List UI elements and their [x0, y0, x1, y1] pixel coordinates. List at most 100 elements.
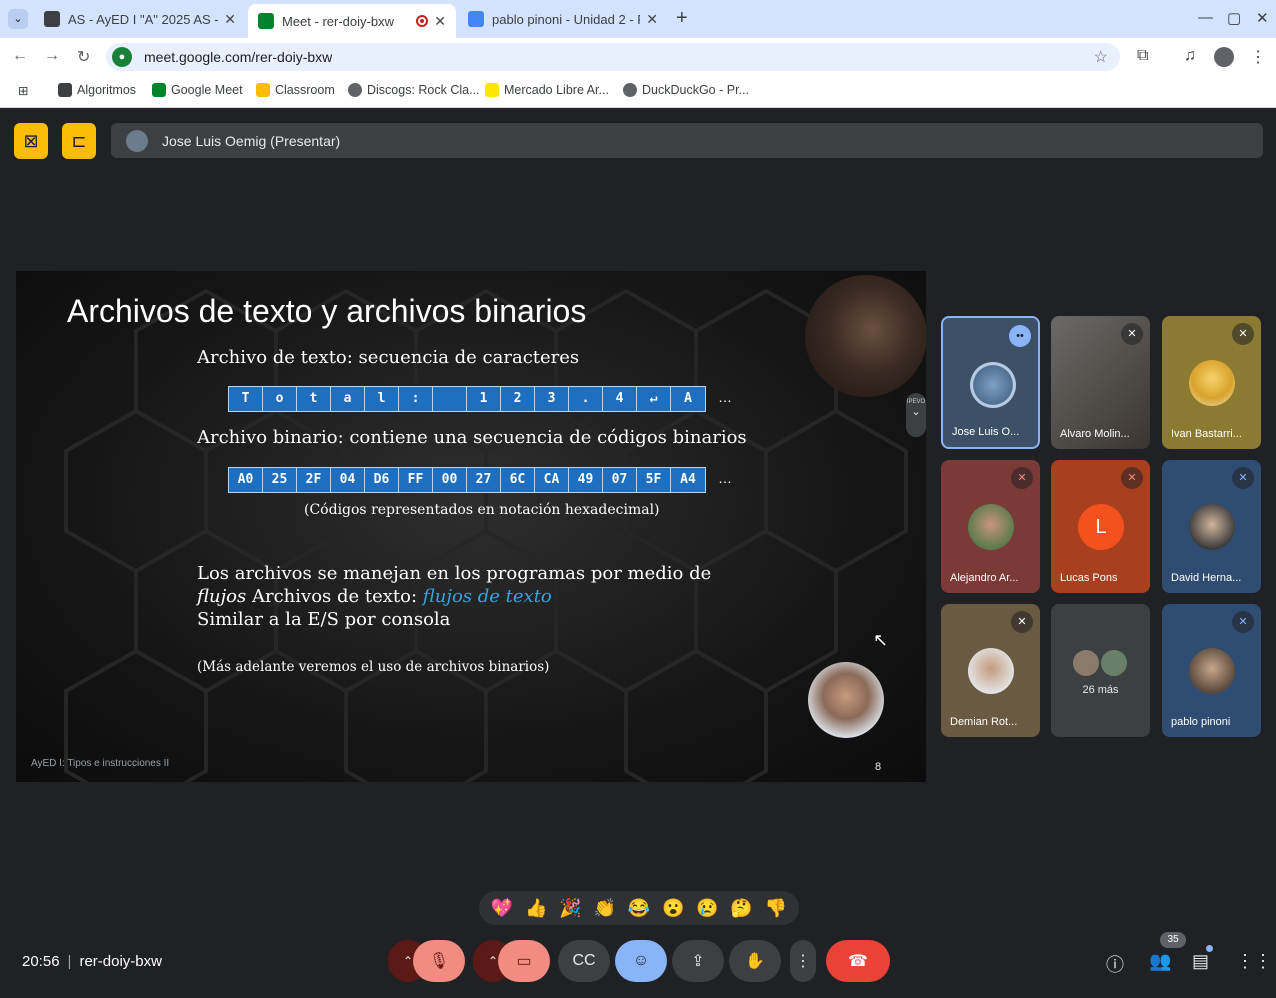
mic-off-icon: ✕: [1232, 467, 1254, 489]
minimize-icon[interactable]: —: [1198, 9, 1213, 26]
globe-icon: [623, 83, 637, 97]
activities-icon[interactable]: ⋮⋮: [1236, 951, 1272, 972]
participant-tile-alvaro[interactable]: ✕ Alvaro Molin...: [1051, 316, 1150, 449]
slide-note: (Más adelante veremos el uso de archivos…: [197, 659, 550, 675]
chat-icon[interactable]: ▤: [1192, 951, 1209, 972]
bookmark-discogs[interactable]: Discogs: Rock Cla...: [348, 83, 480, 97]
byte-cell: A: [671, 387, 705, 411]
bookmarks-bar: ⊞ Algoritmos Google Meet Classroom Disco…: [0, 76, 1276, 108]
bookmark-algoritmos[interactable]: Algoritmos: [58, 83, 136, 97]
reaction-emoji-button[interactable]: 👎: [765, 898, 787, 919]
text-cells: To t a l: 1 2 3. 4 ↵ A: [228, 386, 706, 412]
presentation-layout-icon[interactable]: ⊏: [62, 123, 96, 159]
bookmark-label: Classroom: [275, 83, 335, 97]
mic-toggle-button[interactable]: 🎙: [413, 940, 465, 982]
byte-cell: ↵: [637, 387, 671, 411]
close-window-icon[interactable]: ✕: [1256, 9, 1269, 27]
bookmark-label: Mercado Libre Ar...: [504, 83, 609, 97]
text-ellipsis: …: [718, 389, 732, 405]
slide-page-number: 8: [875, 761, 882, 773]
people-count-badge: 35: [1160, 932, 1186, 948]
reaction-emoji-button[interactable]: 🤔: [730, 898, 752, 919]
close-tab-icon[interactable]: ✕: [646, 11, 658, 28]
leave-call-button[interactable]: ☎: [826, 940, 890, 982]
people-icon[interactable]: 👥: [1149, 951, 1171, 972]
participant-tile-jose[interactable]: •• Jose Luis O...: [941, 316, 1040, 449]
meet-stage: ⊠ ⊏ Jose Luis Oemig (Presentar) Archivos…: [0, 109, 1276, 998]
presenter-avatar: [126, 129, 148, 152]
reaction-emoji-button[interactable]: 👍: [525, 898, 547, 919]
accent-flujos-texto: flujos de texto: [422, 586, 552, 607]
reaction-emoji-button[interactable]: 🎉: [559, 898, 581, 919]
camera-scroll-control[interactable]: IPEVO ⌄: [906, 393, 926, 437]
body-line-2-mid: Archivos de texto:: [246, 586, 423, 607]
mic-off-icon: ✕: [1232, 323, 1254, 345]
byte-cell: a: [331, 387, 365, 411]
byte-cell: t: [297, 387, 331, 411]
body-line-1: Los archivos se manejan en los programas…: [197, 563, 712, 584]
new-tab-button[interactable]: +: [676, 7, 688, 30]
address-bar[interactable]: ● meet.google.com/rer-doiy-bxw ☆: [106, 43, 1120, 71]
avatar: [1099, 648, 1129, 678]
byte-cell: [433, 387, 467, 411]
meeting-info: 20:56 | rer-doiy-bxw: [22, 953, 162, 970]
captions-button[interactable]: CC: [558, 940, 610, 982]
byte-cell: l: [365, 387, 399, 411]
raise-hand-button[interactable]: ✋: [729, 940, 781, 982]
participant-tile-demian[interactable]: ✕ Demian Rot...: [941, 604, 1040, 737]
bookmark-classroom[interactable]: Classroom: [256, 83, 335, 97]
camera-toggle-button[interactable]: ▭: [498, 940, 550, 982]
participant-avatar: [968, 504, 1014, 550]
forward-icon[interactable]: →: [44, 47, 60, 65]
meeting-details-icon[interactable]: ⓘ: [1106, 951, 1124, 977]
participant-tile-lucas[interactable]: L ✕ Lucas Pons: [1051, 460, 1150, 593]
media-control-icon[interactable]: ♫: [1184, 47, 1196, 65]
participant-tile-alejandro[interactable]: ✕ Alejandro Ar...: [941, 460, 1040, 593]
participant-tile-pablo[interactable]: ✕ pablo pinoni: [1162, 604, 1261, 737]
reactions-button[interactable]: ☺: [615, 940, 667, 982]
mic-off-icon: ✕: [1011, 467, 1033, 489]
maximize-icon[interactable]: ▢: [1227, 9, 1241, 27]
bookmark-label: Algoritmos: [77, 83, 137, 97]
more-options-button[interactable]: ⋮: [790, 940, 816, 982]
reaction-emoji-button[interactable]: 😮: [662, 898, 684, 919]
apps-icon[interactable]: ⊞: [18, 83, 28, 98]
byte-cell: 4: [603, 387, 637, 411]
close-tab-icon[interactable]: ✕: [224, 11, 236, 28]
reaction-emoji-button[interactable]: 💖: [491, 898, 513, 919]
present-screen-button[interactable]: ⇪: [672, 940, 724, 982]
tab-search-button[interactable]: ⌄: [8, 9, 28, 29]
participant-tile-david[interactable]: ✕ David Herna...: [1162, 460, 1261, 593]
mic-off-icon: ✕: [1232, 611, 1254, 633]
tab-meet[interactable]: Meet - rer-doiy-bxw ✕: [248, 4, 456, 38]
reaction-emoji-button[interactable]: 😢: [696, 898, 718, 919]
bookmark-mercado-libre[interactable]: Mercado Libre Ar...: [485, 83, 609, 97]
bookmark-label: Discogs: Rock Cla...: [367, 83, 480, 97]
byte-cell: o: [263, 387, 297, 411]
reaction-emoji-button[interactable]: 👏: [594, 898, 616, 919]
mercadolibre-icon: [485, 83, 499, 97]
reaction-emoji-button[interactable]: 😂: [628, 898, 650, 919]
browser-menu-icon[interactable]: ⋮: [1250, 47, 1266, 67]
profile-avatar[interactable]: [1214, 47, 1234, 67]
stop-presenting-icon[interactable]: ⊠: [14, 123, 48, 159]
bookmark-google-meet[interactable]: Google Meet: [152, 83, 243, 97]
reload-icon[interactable]: ↻: [77, 47, 90, 67]
mouse-cursor-icon: ↖: [873, 630, 889, 650]
participant-name: Ivan Bastarri...: [1171, 428, 1242, 440]
participant-tile-more[interactable]: 26 más: [1051, 604, 1150, 737]
participant-tile-ivan[interactable]: ✕ Ivan Bastarri...: [1162, 316, 1261, 449]
extensions-icon[interactable]: ⧉: [1137, 47, 1148, 65]
close-tab-icon[interactable]: ✕: [434, 13, 446, 30]
tab-docs[interactable]: pablo pinoni - Unidad 2 - Pa ✕: [458, 5, 668, 33]
mic-in-use-icon[interactable]: ●: [112, 47, 132, 67]
tab-ayed[interactable]: AS - AyED I "A" 2025 AS - Al ✕: [34, 5, 246, 33]
more-participants-count: 26 más: [1082, 684, 1119, 696]
participant-avatar: [1189, 648, 1235, 694]
bookmark-duckduckgo[interactable]: DuckDuckGo - Pr...: [623, 83, 749, 97]
classroom-icon: [58, 83, 72, 97]
bookmark-star-icon[interactable]: ☆: [1094, 47, 1108, 67]
presentation-slide: Archivos de texto y archivos binarios Ar…: [16, 271, 926, 782]
docs-favicon-icon: [468, 11, 484, 27]
back-icon[interactable]: ←: [12, 47, 28, 65]
